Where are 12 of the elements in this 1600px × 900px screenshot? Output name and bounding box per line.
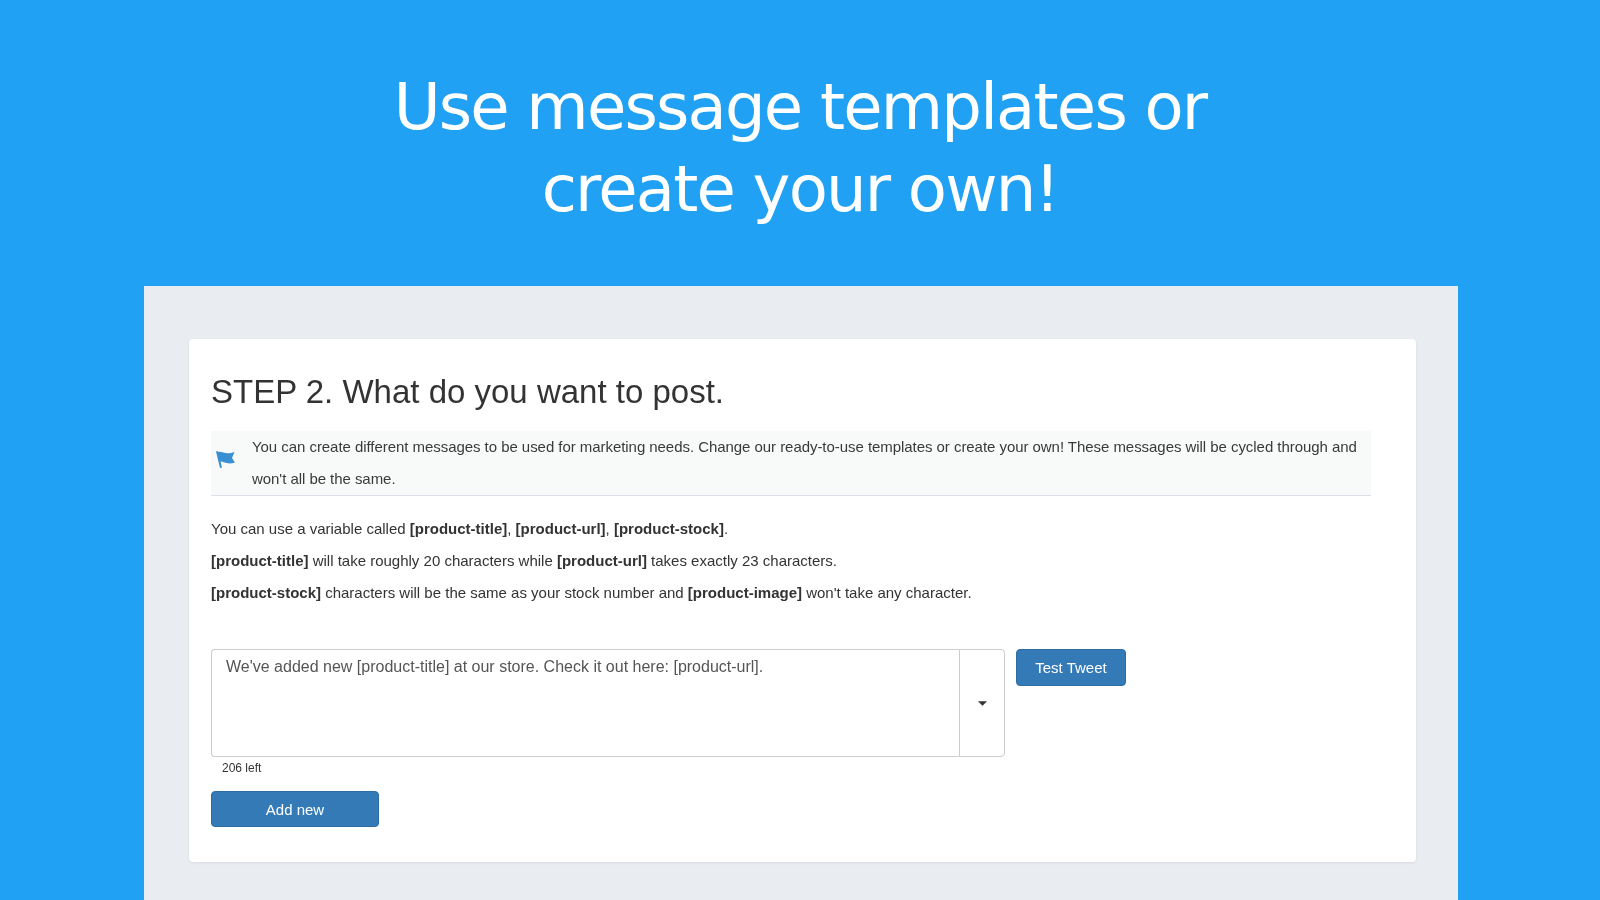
test-tweet-button[interactable]: Test Tweet [1016,649,1126,686]
headline: Use message templates or create your own! [393,69,1207,228]
hint-text: You can use a variable called [product-title], [product-url], [product-stock]. [211,519,730,539]
add-new-button[interactable]: Add new [211,791,379,827]
caret-icon [977,700,987,706]
hint-text: [product-title] will take roughly 20 characters while [product-url] takes exactly 23 characters. [211,551,838,571]
hint-text: [product-stock] characters will be the same as your stock number and [product-image] won't take any character. [211,583,973,603]
template-dropdown-button[interactable] [959,649,1005,757]
notice-text: You can create different messages to be used for marketing needs. Change our ready-to-use templates or create your own! These messages will be cycled through and won't all be the same. [252,437,1358,489]
character-counter: 206 left [222,760,262,777]
message-field[interactable]: We've added new [product-title] at our store. Check it out here: [product-url]. [211,649,959,757]
step-title: STEP 2. What do you want to post. [211,372,725,412]
